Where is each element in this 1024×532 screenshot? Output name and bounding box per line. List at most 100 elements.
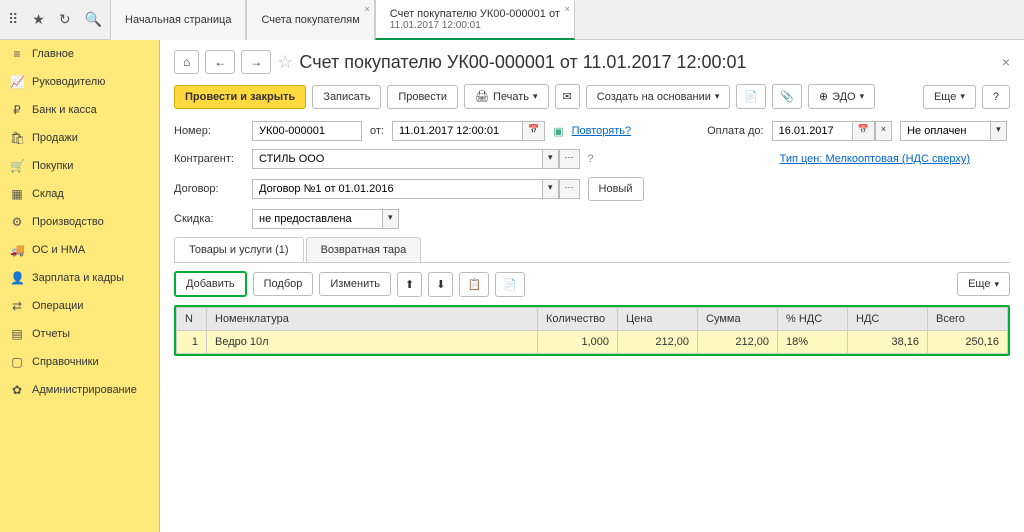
- pick-button[interactable]: Подбор: [253, 272, 314, 296]
- sidebar-item-label: Отчеты: [32, 328, 70, 340]
- info-icon[interactable]: ?: [588, 153, 594, 165]
- col-n[interactable]: N: [177, 308, 207, 331]
- paydue-field[interactable]: [772, 121, 852, 141]
- sidebar-item-label: Главное: [32, 48, 74, 60]
- paste-button[interactable]: 📄: [495, 272, 525, 297]
- edo-button[interactable]: ⊕ ЭДО: [808, 84, 875, 109]
- sidebar-item-admin[interactable]: ✿Администрирование: [0, 376, 159, 404]
- sidebar-item-reports[interactable]: ▤Отчеты: [0, 320, 159, 348]
- star-icon[interactable]: ★: [32, 11, 45, 28]
- cell-nomen[interactable]: Ведро 10л: [207, 331, 538, 354]
- close-button[interactable]: ×: [1002, 54, 1010, 70]
- attach-button[interactable]: 📎: [772, 84, 802, 109]
- tab-home[interactable]: Начальная страница: [110, 0, 246, 40]
- book-icon: ▢: [10, 355, 24, 369]
- open-icon[interactable]: ⋯: [559, 179, 580, 199]
- cart-icon: 🛒: [10, 159, 24, 173]
- cell-n[interactable]: 1: [177, 331, 207, 354]
- sidebar-item-manager[interactable]: 📈Руководителю: [0, 68, 159, 96]
- col-nomen[interactable]: Номенклатура: [207, 308, 538, 331]
- contract-label: Договор:: [174, 183, 244, 195]
- person-icon: 👤: [10, 271, 24, 285]
- post-button[interactable]: Провести: [387, 85, 458, 109]
- cell-total[interactable]: 250,16: [928, 331, 1008, 354]
- cell-vat[interactable]: 38,16: [848, 331, 928, 354]
- dropdown-icon[interactable]: ▾: [382, 209, 399, 229]
- sidebar-item-payroll[interactable]: 👤Зарплата и кадры: [0, 264, 159, 292]
- cell-qty[interactable]: 1,000: [538, 331, 618, 354]
- dropdown-icon[interactable]: ▾: [542, 149, 559, 169]
- col-qty[interactable]: Количество: [538, 308, 618, 331]
- sidebar-item-catalogs[interactable]: ▢Справочники: [0, 348, 159, 376]
- menu-icon: ≡: [10, 47, 24, 61]
- email-button[interactable]: ✉: [555, 84, 580, 109]
- col-total[interactable]: Всего: [928, 308, 1008, 331]
- sidebar-item-label: Продажи: [32, 132, 78, 144]
- dropdown-icon[interactable]: ▾: [542, 179, 559, 199]
- add-row-button[interactable]: Добавить: [174, 271, 247, 297]
- forward-button[interactable]: →: [241, 50, 271, 74]
- date-field[interactable]: [392, 121, 522, 141]
- tab-invoice-doc[interactable]: Счет покупателю УК00-000001 от 11.01.201…: [375, 0, 575, 40]
- number-field[interactable]: [252, 121, 362, 141]
- col-vat-pct[interactable]: % НДС: [778, 308, 848, 331]
- move-up-button[interactable]: ⬆: [397, 272, 422, 297]
- save-button[interactable]: Записать: [312, 85, 381, 109]
- status-field[interactable]: [900, 121, 990, 141]
- apps-icon[interactable]: ⠿: [8, 11, 18, 28]
- new-contract-button[interactable]: Новый: [588, 177, 644, 201]
- table-row[interactable]: 1 Ведро 10л 1,000 212,00 212,00 18% 38,1…: [177, 331, 1008, 354]
- grid-icon: ▦: [10, 187, 24, 201]
- col-sum[interactable]: Сумма: [698, 308, 778, 331]
- table-more-button[interactable]: Еще: [957, 272, 1010, 296]
- sidebar-item-warehouse[interactable]: ▦Склад: [0, 180, 159, 208]
- sidebar-item-bank[interactable]: ₽Банк и касса: [0, 96, 159, 124]
- more-button[interactable]: Еще: [923, 85, 976, 109]
- edit-button[interactable]: Изменить: [319, 272, 391, 296]
- help-button[interactable]: ?: [982, 85, 1010, 109]
- contractor-label: Контрагент:: [174, 153, 244, 165]
- sidebar-item-main[interactable]: ≡ Главное: [0, 40, 159, 68]
- tab-tare[interactable]: Возвратная тара: [306, 237, 422, 262]
- col-price[interactable]: Цена: [618, 308, 698, 331]
- back-button[interactable]: ←: [205, 50, 235, 74]
- close-icon[interactable]: ×: [565, 4, 570, 14]
- discount-field[interactable]: [252, 209, 382, 229]
- price-type-link[interactable]: Тип цен: Мелкооптовая (НДС сверху): [780, 153, 970, 165]
- sidebar-item-operations[interactable]: ⇄Операции: [0, 292, 159, 320]
- open-icon[interactable]: ⋯: [559, 149, 580, 169]
- home-button[interactable]: ⌂: [174, 50, 199, 74]
- report-button[interactable]: 📄: [736, 84, 766, 109]
- post-close-button[interactable]: Провести и закрыть: [174, 85, 306, 109]
- sidebar-item-assets[interactable]: 🚚ОС и НМА: [0, 236, 159, 264]
- sidebar: ≡ Главное 📈Руководителю ₽Банк и касса 🛍Пр…: [0, 40, 160, 532]
- cell-vat-pct[interactable]: 18%: [778, 331, 848, 354]
- swap-icon: ⇄: [10, 299, 24, 313]
- calendar-icon[interactable]: 📅: [852, 121, 875, 141]
- tab-invoices-list[interactable]: Счета покупателям ×: [246, 0, 374, 40]
- history-icon[interactable]: ↻: [59, 11, 71, 28]
- create-based-button[interactable]: Создать на основании: [586, 85, 731, 109]
- cell-sum[interactable]: 212,00: [698, 331, 778, 354]
- sidebar-item-sales[interactable]: 🛍Продажи: [0, 124, 159, 152]
- sidebar-item-label: Производство: [32, 216, 104, 228]
- cell-price[interactable]: 212,00: [618, 331, 698, 354]
- sidebar-item-production[interactable]: ⚙Производство: [0, 208, 159, 236]
- dropdown-icon[interactable]: ▾: [990, 121, 1007, 141]
- date-label: от:: [370, 125, 384, 137]
- sidebar-item-label: Руководителю: [32, 76, 105, 88]
- move-down-button[interactable]: ⬇: [428, 272, 453, 297]
- contract-field[interactable]: [252, 179, 542, 199]
- search-icon[interactable]: 🔍: [85, 11, 102, 28]
- clear-icon[interactable]: ×: [875, 121, 892, 141]
- repeat-link[interactable]: Повторять?: [572, 125, 632, 137]
- tab-goods[interactable]: Товары и услуги (1): [174, 237, 304, 262]
- favorite-icon[interactable]: ☆: [277, 52, 293, 73]
- col-vat[interactable]: НДС: [848, 308, 928, 331]
- contractor-field[interactable]: [252, 149, 542, 169]
- close-icon[interactable]: ×: [365, 4, 370, 14]
- calendar-icon[interactable]: 📅: [522, 121, 545, 141]
- copy-button[interactable]: 📋: [459, 272, 489, 297]
- print-button[interactable]: 🖨 Печать: [464, 84, 549, 109]
- sidebar-item-purchases[interactable]: 🛒Покупки: [0, 152, 159, 180]
